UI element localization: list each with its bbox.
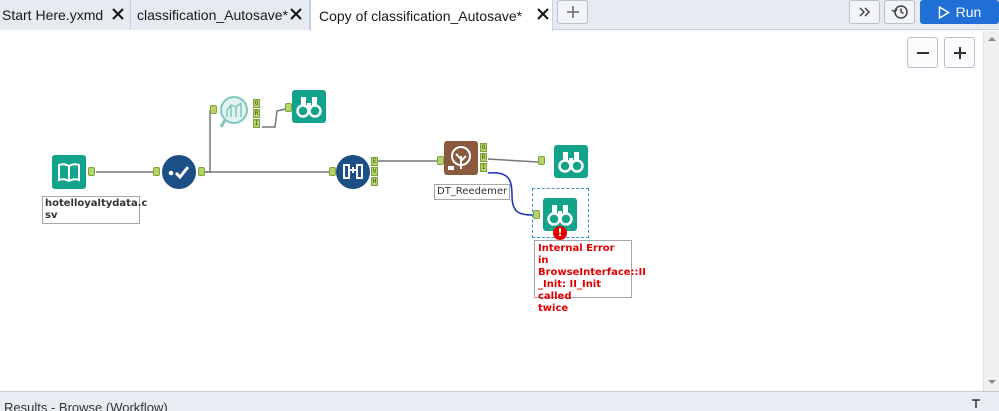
output-anchor-o[interactable]: O <box>480 143 487 152</box>
select-tool[interactable] <box>162 155 196 189</box>
output-anchor-h[interactable]: H <box>371 177 378 186</box>
play-icon <box>938 5 950 19</box>
input-anchor[interactable] <box>153 167 160 176</box>
book-icon <box>58 163 80 183</box>
error-line: _Init: II_Init called <box>538 279 602 302</box>
browse-tool[interactable] <box>554 145 588 178</box>
tree-icon <box>448 146 471 170</box>
alteryx-window: Start Here.yxmd classification_Autosave*… <box>0 0 999 411</box>
scroll-down-icon[interactable] <box>984 376 999 388</box>
overflow-tabs-button[interactable] <box>849 0 880 24</box>
input-anchor[interactable] <box>538 156 545 165</box>
label-line: sv <box>45 210 58 221</box>
label-line: hotelloyaltydata.c <box>45 198 148 209</box>
scroll-up-icon[interactable] <box>984 33 999 45</box>
output-anchor-r[interactable]: R <box>253 109 260 118</box>
close-icon[interactable] <box>288 6 304 22</box>
browse-tool[interactable] <box>292 90 326 123</box>
output-anchor-v[interactable]: V <box>371 167 378 176</box>
history-button[interactable] <box>884 0 915 24</box>
output-anchor-r[interactable]: R <box>480 153 487 162</box>
error-icon: ! <box>553 226 567 240</box>
output-anchor[interactable] <box>88 167 95 176</box>
close-icon[interactable] <box>535 6 551 22</box>
association-analysis-tool[interactable] <box>217 94 253 130</box>
magnifier-network-icon <box>219 96 248 128</box>
output-anchor-o[interactable]: O <box>253 99 260 108</box>
input-anchor[interactable] <box>285 103 292 112</box>
run-label: Run <box>955 4 982 20</box>
decision-tree-tool[interactable] <box>444 141 478 175</box>
close-icon[interactable] <box>110 6 126 22</box>
zoom-in-button[interactable] <box>944 37 975 68</box>
connectors <box>96 107 539 216</box>
plus-icon <box>953 46 966 59</box>
binoculars-icon <box>296 97 322 118</box>
error-line: Internal Error in <box>538 243 615 266</box>
error-message: Internal Error in BrowseInterface::II _I… <box>534 240 646 314</box>
add-tab-button[interactable] <box>557 0 588 24</box>
tab-classification-autosave[interactable]: classification_Autosave* <box>131 0 310 30</box>
error-line: BrowseInterface::II <box>538 267 646 278</box>
input-node-label: hotelloyaltydata.c sv <box>42 196 148 224</box>
connector-select-explore <box>205 110 217 173</box>
tab-label: Start Here.yxmd <box>2 7 104 23</box>
workflow-canvas[interactable]: hotelloyaltydata.c sv O R I E V H O R I … <box>0 31 983 391</box>
binoculars-icon <box>558 152 584 173</box>
input-anchor[interactable] <box>437 156 444 165</box>
tab-start-here[interactable]: Start Here.yxmd <box>0 0 131 30</box>
results-panel-header[interactable]: Results - Browse (Workflow) <box>0 391 999 411</box>
history-icon <box>891 5 908 19</box>
sample-split-icon <box>343 164 363 179</box>
model-node-label: DT_Reedemer <box>434 184 511 200</box>
minus-icon <box>916 51 929 54</box>
output-anchor[interactable] <box>198 167 205 176</box>
results-panel-title: Results - Browse (Workflow) <box>4 400 168 411</box>
input-anchor[interactable] <box>329 167 336 176</box>
zoom-out-button[interactable] <box>907 37 938 68</box>
vertical-scrollbar[interactable] <box>983 31 999 391</box>
tab-copy-of-classification-autosave[interactable]: Copy of classification_Autosave* <box>310 0 553 31</box>
input-anchor[interactable] <box>210 105 217 114</box>
output-anchor-e[interactable]: E <box>371 157 378 166</box>
tab-label: Copy of classification_Autosave* <box>319 7 523 24</box>
plus-icon <box>566 6 579 18</box>
tab-label: classification_Autosave* <box>137 7 288 23</box>
pin-icon[interactable] <box>970 398 982 410</box>
output-anchor-i[interactable]: I <box>480 163 487 172</box>
error-line: twice <box>538 303 569 314</box>
create-samples-tool[interactable] <box>336 155 370 189</box>
double-chevron-right-icon <box>858 7 870 17</box>
connector-model-browse1 <box>487 158 539 163</box>
tab-bar: Start Here.yxmd classification_Autosave*… <box>0 0 999 31</box>
input-data-tool[interactable] <box>52 155 86 189</box>
run-button[interactable]: Run <box>920 0 999 24</box>
input-anchor[interactable] <box>533 210 540 219</box>
output-anchor-i[interactable]: I <box>253 119 260 128</box>
checkmark-icon <box>168 166 190 180</box>
